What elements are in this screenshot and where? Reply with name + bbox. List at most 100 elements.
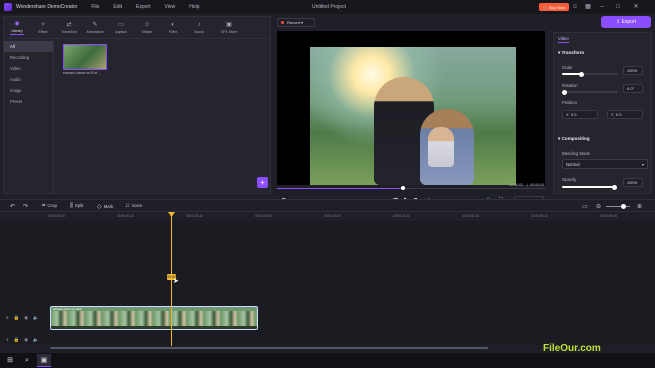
category-image[interactable]: Image: [4, 85, 53, 96]
opacity-slider-fill: [562, 186, 614, 188]
buy-now-button[interactable]: 🛒 Buy Now: [539, 3, 570, 11]
scale-field[interactable]: 100%: [623, 66, 643, 75]
democreator-taskbar-icon[interactable]: ▣: [37, 354, 51, 367]
tab-effect[interactable]: ✧ Effect: [30, 17, 56, 39]
menu-file[interactable]: File: [91, 4, 99, 10]
tab-library[interactable]: ◉ Library: [4, 17, 30, 39]
record-button[interactable]: Record ▾: [277, 18, 315, 27]
category-preset[interactable]: Preset: [4, 96, 53, 107]
timeline-zoom-handle[interactable]: [621, 204, 626, 209]
lock-icon[interactable]: 🔒: [14, 315, 20, 320]
close-icon[interactable]: ✕: [632, 3, 640, 11]
category-recording[interactable]: Recording: [4, 52, 53, 63]
crop-label: Crop: [47, 203, 57, 208]
scale-slider-handle[interactable]: [579, 71, 585, 77]
media-name: edward-cisneros-IEnf...: [63, 71, 100, 75]
undo-icon[interactable]: ↶: [10, 203, 17, 210]
position-y-field[interactable]: Y 0.0: [607, 110, 643, 119]
ruler-tick: 00:00:00:00: [48, 214, 65, 218]
zoom-in-icon[interactable]: ⊕: [637, 203, 644, 210]
tab-label: SFX Store: [220, 30, 238, 34]
mark-icon: ◇: [97, 204, 102, 210]
user-icon[interactable]: ☺: [571, 3, 579, 11]
tab-label: Annotation: [86, 30, 104, 34]
tab-annotation[interactable]: ✎ Annotation: [82, 17, 108, 39]
compositing-section[interactable]: ▾ Compositing: [558, 136, 590, 142]
mute-icon[interactable]: 🔈: [33, 315, 39, 320]
timeline-scrollbar[interactable]: [50, 347, 488, 349]
mute-icon[interactable]: 🔈: [33, 337, 39, 342]
rotation-slider[interactable]: [562, 89, 618, 95]
position-x-field[interactable]: X 0.0: [562, 110, 598, 119]
tab-video[interactable]: Video: [558, 36, 569, 43]
export-button[interactable]: ⇪ Export: [601, 16, 651, 28]
axis-x-label: X: [566, 112, 569, 117]
lock-icon[interactable]: 🔒: [14, 337, 20, 342]
redo-icon[interactable]: ↷: [23, 203, 30, 210]
minimize-icon[interactable]: –: [598, 3, 606, 11]
video-clip[interactable]: edward-cisneros-IEnf: [50, 306, 258, 330]
scale-label: Scale: [562, 65, 573, 70]
tab-label: Caption: [114, 30, 128, 34]
timeline-toolbar: ↶ ↷ ⌗ Crop ⫼ Split ◇ Mark ♫ Voice ▭ ⊖ ⊕: [0, 199, 655, 212]
video-frame: [310, 47, 516, 185]
split-icon: ⫼: [70, 203, 73, 209]
properties-panel: Video ▾ Transform Scale 100% Rotation 0.…: [553, 32, 652, 194]
preview-panel: Record ▾ 00:00:02 | 00:00:00 ◙ ⏮ ▶ ■ ⏭ 🔈…: [274, 16, 550, 204]
eye-icon[interactable]: ◉: [24, 337, 28, 342]
timeline-zoom-slider[interactable]: [606, 204, 630, 209]
scale-slider[interactable]: [562, 71, 618, 77]
tab-sticker[interactable]: ☺ Sticker: [134, 17, 160, 39]
tab-filter[interactable]: ◐ Filter: [160, 17, 186, 39]
menu-view[interactable]: View: [164, 4, 175, 10]
opacity-slider-handle[interactable]: [611, 184, 617, 190]
menu-help[interactable]: Help: [189, 4, 199, 10]
eye-icon[interactable]: ◉: [24, 315, 28, 320]
position-x-value: 0.0: [570, 112, 577, 117]
category-video[interactable]: Video: [4, 63, 53, 74]
title-bar: Wondershare DemoCreator File Edit Export…: [0, 0, 655, 14]
maximize-icon[interactable]: □: [614, 3, 622, 11]
sticker-icon: ☺: [143, 22, 151, 28]
mark-label: Mark: [103, 204, 114, 209]
menu-export[interactable]: Export: [136, 4, 150, 10]
scrubber-handle[interactable]: [400, 186, 405, 190]
tab-caption[interactable]: ▭ Caption: [108, 17, 134, 39]
opacity-slider[interactable]: [562, 184, 617, 190]
record-label: Record: [287, 20, 300, 25]
search-icon[interactable]: ⌕: [20, 354, 34, 367]
fit-timeline-icon[interactable]: ▭: [582, 203, 590, 210]
sfx-store-icon: ▣: [226, 22, 232, 28]
category-audio[interactable]: Audio: [4, 74, 53, 85]
category-all[interactable]: All: [4, 41, 53, 52]
opacity-field[interactable]: 100%: [623, 178, 643, 187]
app-window: Wondershare DemoCreator File Edit Export…: [0, 0, 655, 368]
voice-button[interactable]: ♫ Voice: [125, 203, 142, 209]
rotation-slider-handle[interactable]: [562, 89, 567, 95]
taskbar: ⊞ ⌕ ▣: [0, 353, 655, 368]
blending-mode-select[interactable]: Normal ▾: [562, 159, 648, 169]
export-label: Export: [621, 19, 637, 25]
chevron-down-icon: ▾: [641, 162, 644, 167]
split-button[interactable]: ⫼ Split: [70, 203, 83, 210]
mark-button[interactable]: ◇ Mark: [97, 203, 113, 210]
transform-section[interactable]: ▾ Transform: [558, 50, 584, 56]
ruler-tick: 00:00:05:10: [531, 214, 548, 218]
add-media-button[interactable]: +: [257, 177, 268, 188]
zoom-out-icon[interactable]: ⊖: [596, 203, 603, 210]
sound-icon: ♪: [197, 22, 201, 28]
axis-y-label: Y: [611, 112, 614, 117]
rotation-field[interactable]: 0.0°: [623, 84, 643, 93]
crop-icon: ⌗: [42, 203, 46, 209]
grid-menu-icon[interactable]: ▦: [584, 3, 592, 11]
windows-start-icon[interactable]: ⊞: [3, 354, 17, 367]
effect-icon: ✧: [40, 22, 46, 28]
menu-edit[interactable]: Edit: [113, 4, 122, 10]
tab-transition[interactable]: ⇄ Transition: [56, 17, 82, 39]
voice-label: Voice: [131, 203, 143, 208]
media-thumbnail[interactable]: [63, 44, 107, 70]
timeline-ruler[interactable]: 00:00:00:00 00:00:00:14 00:00:01:10 00:0…: [48, 213, 655, 221]
crop-button[interactable]: ⌗ Crop: [42, 203, 57, 210]
tab-sfx-store[interactable]: ▣ SFX Store: [212, 17, 246, 39]
tab-sound[interactable]: ♪ Sound: [186, 17, 212, 39]
